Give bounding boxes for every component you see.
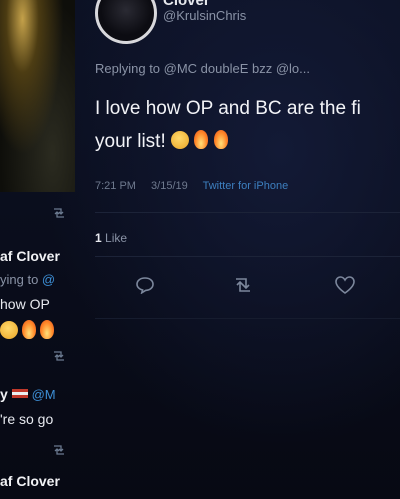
left-tweet-name-2[interactable]: y @M bbox=[0, 386, 56, 402]
retweet-icon bbox=[236, 278, 250, 292]
left-media-thumbnail[interactable] bbox=[0, 0, 75, 192]
like-count[interactable]: 1 Like bbox=[95, 231, 127, 245]
reply-icon bbox=[136, 277, 154, 294]
like-icon bbox=[335, 276, 355, 294]
fire-emoji bbox=[39, 320, 54, 339]
reply-button[interactable] bbox=[132, 272, 158, 298]
retweet-button[interactable] bbox=[230, 272, 256, 298]
tweet-text-line-2: your list! bbox=[95, 125, 400, 158]
mention-link[interactable]: @M bbox=[32, 387, 56, 402]
tweet-time: 7:21 PM bbox=[95, 180, 136, 192]
left-tweet-name-1[interactable]: af Clover bbox=[0, 248, 60, 264]
divider bbox=[95, 212, 400, 213]
tweet-meta: 7:21 PM 3/15/19 Twitter for iPhone bbox=[95, 180, 300, 192]
left-replying-1: ying to @ bbox=[0, 272, 56, 287]
retweet-icon[interactable] bbox=[52, 207, 66, 219]
user-handle[interactable]: @KrulsinChris bbox=[163, 8, 246, 23]
smile-emoji bbox=[171, 131, 190, 149]
tweet-source[interactable]: Twitter for iPhone bbox=[203, 180, 289, 192]
retweet-icon[interactable] bbox=[52, 444, 66, 456]
divider bbox=[95, 256, 400, 257]
smile-emoji bbox=[0, 321, 18, 339]
divider bbox=[95, 318, 400, 319]
mention-link[interactable]: @ bbox=[42, 272, 55, 287]
like-button[interactable] bbox=[332, 272, 358, 298]
tweet-text: I love how OP and BC are the fi your lis… bbox=[95, 92, 400, 158]
left-feed-column: af Clover ying to @ how OP y @M 're so g… bbox=[0, 0, 85, 499]
left-tweet-name-3[interactable]: af Clover bbox=[0, 473, 60, 489]
replying-to-line: Replying to @MC doubleE bzz @lo... bbox=[95, 61, 310, 76]
fire-emoji bbox=[213, 130, 228, 149]
tweet-text-line-1: I love how OP and BC are the fi bbox=[95, 98, 361, 119]
retweet-icon[interactable] bbox=[52, 350, 66, 362]
tweet-date: 3/15/19 bbox=[151, 180, 188, 192]
left-emoji-row bbox=[0, 320, 54, 340]
left-tweet-text-2: 're so go bbox=[0, 411, 54, 427]
fire-emoji bbox=[21, 320, 36, 339]
left-tweet-text-1: how OP bbox=[0, 296, 50, 312]
flag-emoji bbox=[11, 389, 28, 398]
fire-emoji bbox=[194, 130, 209, 149]
